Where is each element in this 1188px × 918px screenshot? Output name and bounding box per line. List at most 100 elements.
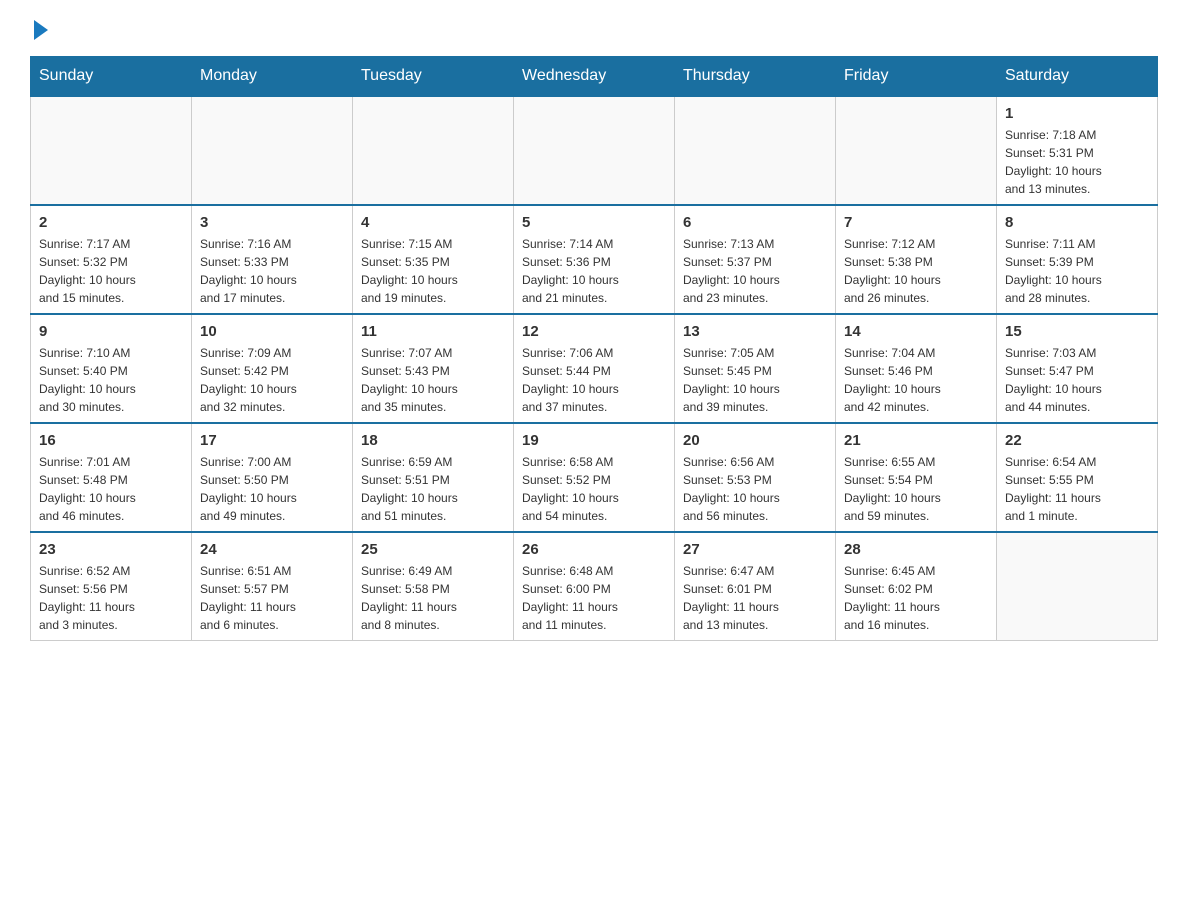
calendar-cell bbox=[836, 96, 997, 205]
day-info-text: Sunset: 5:42 PM bbox=[200, 362, 344, 380]
day-info-text: Sunrise: 6:55 AM bbox=[844, 453, 988, 471]
calendar-cell: 3Sunrise: 7:16 AMSunset: 5:33 PMDaylight… bbox=[192, 205, 353, 314]
day-info-text: and 16 minutes. bbox=[844, 616, 988, 634]
day-info-text: and 49 minutes. bbox=[200, 507, 344, 525]
day-info-text: Sunrise: 7:00 AM bbox=[200, 453, 344, 471]
day-number: 3 bbox=[200, 212, 344, 233]
day-info-text: and 28 minutes. bbox=[1005, 289, 1149, 307]
day-number: 20 bbox=[683, 430, 827, 451]
day-info-text: Daylight: 10 hours bbox=[1005, 162, 1149, 180]
day-info-text: Sunrise: 7:10 AM bbox=[39, 344, 183, 362]
day-info-text: Daylight: 10 hours bbox=[39, 489, 183, 507]
day-number: 28 bbox=[844, 539, 988, 560]
day-info-text: Daylight: 10 hours bbox=[522, 380, 666, 398]
logo-triangle-icon bbox=[34, 20, 48, 40]
calendar-cell: 14Sunrise: 7:04 AMSunset: 5:46 PMDayligh… bbox=[836, 314, 997, 423]
calendar-cell: 24Sunrise: 6:51 AMSunset: 5:57 PMDayligh… bbox=[192, 532, 353, 641]
calendar-cell: 23Sunrise: 6:52 AMSunset: 5:56 PMDayligh… bbox=[31, 532, 192, 641]
day-info-text: Sunset: 5:51 PM bbox=[361, 471, 505, 489]
day-info-text: and 39 minutes. bbox=[683, 398, 827, 416]
day-info-text: Sunset: 5:57 PM bbox=[200, 580, 344, 598]
calendar-cell: 16Sunrise: 7:01 AMSunset: 5:48 PMDayligh… bbox=[31, 423, 192, 532]
day-number: 21 bbox=[844, 430, 988, 451]
calendar-cell bbox=[514, 96, 675, 205]
day-info-text: Sunrise: 6:45 AM bbox=[844, 562, 988, 580]
day-number: 2 bbox=[39, 212, 183, 233]
day-info-text: and 11 minutes. bbox=[522, 616, 666, 634]
day-info-text: Sunrise: 7:09 AM bbox=[200, 344, 344, 362]
day-info-text: Sunset: 5:31 PM bbox=[1005, 144, 1149, 162]
day-info-text: Sunrise: 7:17 AM bbox=[39, 235, 183, 253]
day-info-text: Sunset: 6:01 PM bbox=[683, 580, 827, 598]
day-info-text: Sunset: 5:47 PM bbox=[1005, 362, 1149, 380]
day-info-text: Daylight: 11 hours bbox=[361, 598, 505, 616]
weekday-header-saturday: Saturday bbox=[997, 57, 1158, 97]
day-number: 27 bbox=[683, 539, 827, 560]
day-info-text: and 21 minutes. bbox=[522, 289, 666, 307]
day-info-text: and 8 minutes. bbox=[361, 616, 505, 634]
day-info-text: Sunrise: 7:04 AM bbox=[844, 344, 988, 362]
day-info-text: and 37 minutes. bbox=[522, 398, 666, 416]
weekday-header-monday: Monday bbox=[192, 57, 353, 97]
day-info-text: Daylight: 10 hours bbox=[39, 380, 183, 398]
day-info-text: Daylight: 10 hours bbox=[361, 271, 505, 289]
day-info-text: Sunrise: 6:49 AM bbox=[361, 562, 505, 580]
day-number: 19 bbox=[522, 430, 666, 451]
logo bbox=[30, 20, 48, 40]
weekday-header-thursday: Thursday bbox=[675, 57, 836, 97]
calendar-cell: 6Sunrise: 7:13 AMSunset: 5:37 PMDaylight… bbox=[675, 205, 836, 314]
day-info-text: and 13 minutes. bbox=[1005, 180, 1149, 198]
day-number: 16 bbox=[39, 430, 183, 451]
calendar-week-row: 9Sunrise: 7:10 AMSunset: 5:40 PMDaylight… bbox=[31, 314, 1158, 423]
day-number: 7 bbox=[844, 212, 988, 233]
day-info-text: Sunset: 5:39 PM bbox=[1005, 253, 1149, 271]
day-number: 18 bbox=[361, 430, 505, 451]
calendar-cell: 21Sunrise: 6:55 AMSunset: 5:54 PMDayligh… bbox=[836, 423, 997, 532]
day-info-text: Daylight: 10 hours bbox=[522, 271, 666, 289]
calendar-cell: 27Sunrise: 6:47 AMSunset: 6:01 PMDayligh… bbox=[675, 532, 836, 641]
day-number: 8 bbox=[1005, 212, 1149, 233]
day-info-text: Sunrise: 7:18 AM bbox=[1005, 126, 1149, 144]
calendar-cell: 7Sunrise: 7:12 AMSunset: 5:38 PMDaylight… bbox=[836, 205, 997, 314]
calendar-cell: 18Sunrise: 6:59 AMSunset: 5:51 PMDayligh… bbox=[353, 423, 514, 532]
day-info-text: Sunset: 5:32 PM bbox=[39, 253, 183, 271]
day-info-text: Sunset: 5:56 PM bbox=[39, 580, 183, 598]
calendar-cell: 19Sunrise: 6:58 AMSunset: 5:52 PMDayligh… bbox=[514, 423, 675, 532]
day-info-text: and 30 minutes. bbox=[39, 398, 183, 416]
day-info-text: Sunset: 5:50 PM bbox=[200, 471, 344, 489]
day-info-text: Daylight: 10 hours bbox=[361, 380, 505, 398]
day-number: 9 bbox=[39, 321, 183, 342]
day-info-text: and 23 minutes. bbox=[683, 289, 827, 307]
day-info-text: Daylight: 10 hours bbox=[200, 489, 344, 507]
day-info-text: Sunrise: 7:14 AM bbox=[522, 235, 666, 253]
day-info-text: Daylight: 10 hours bbox=[1005, 271, 1149, 289]
day-info-text: Sunrise: 6:47 AM bbox=[683, 562, 827, 580]
day-number: 5 bbox=[522, 212, 666, 233]
day-info-text: and 3 minutes. bbox=[39, 616, 183, 634]
day-info-text: Sunset: 5:53 PM bbox=[683, 471, 827, 489]
day-info-text: and 1 minute. bbox=[1005, 507, 1149, 525]
day-info-text: Sunset: 6:02 PM bbox=[844, 580, 988, 598]
day-number: 11 bbox=[361, 321, 505, 342]
calendar-cell: 25Sunrise: 6:49 AMSunset: 5:58 PMDayligh… bbox=[353, 532, 514, 641]
day-info-text: and 26 minutes. bbox=[844, 289, 988, 307]
weekday-header-friday: Friday bbox=[836, 57, 997, 97]
day-number: 15 bbox=[1005, 321, 1149, 342]
day-info-text: Sunrise: 6:54 AM bbox=[1005, 453, 1149, 471]
day-info-text: Sunset: 5:33 PM bbox=[200, 253, 344, 271]
day-info-text: Daylight: 10 hours bbox=[200, 380, 344, 398]
day-info-text: and 51 minutes. bbox=[361, 507, 505, 525]
day-info-text: and 15 minutes. bbox=[39, 289, 183, 307]
day-info-text: Sunset: 5:46 PM bbox=[844, 362, 988, 380]
day-info-text: and 6 minutes. bbox=[200, 616, 344, 634]
day-info-text: Daylight: 10 hours bbox=[844, 380, 988, 398]
day-info-text: Sunset: 6:00 PM bbox=[522, 580, 666, 598]
day-info-text: Daylight: 10 hours bbox=[39, 271, 183, 289]
day-info-text: Daylight: 10 hours bbox=[1005, 380, 1149, 398]
day-info-text: Sunrise: 7:15 AM bbox=[361, 235, 505, 253]
day-number: 1 bbox=[1005, 103, 1149, 124]
day-info-text: Daylight: 11 hours bbox=[522, 598, 666, 616]
day-number: 24 bbox=[200, 539, 344, 560]
day-info-text: Daylight: 10 hours bbox=[200, 271, 344, 289]
day-info-text: Sunset: 5:45 PM bbox=[683, 362, 827, 380]
